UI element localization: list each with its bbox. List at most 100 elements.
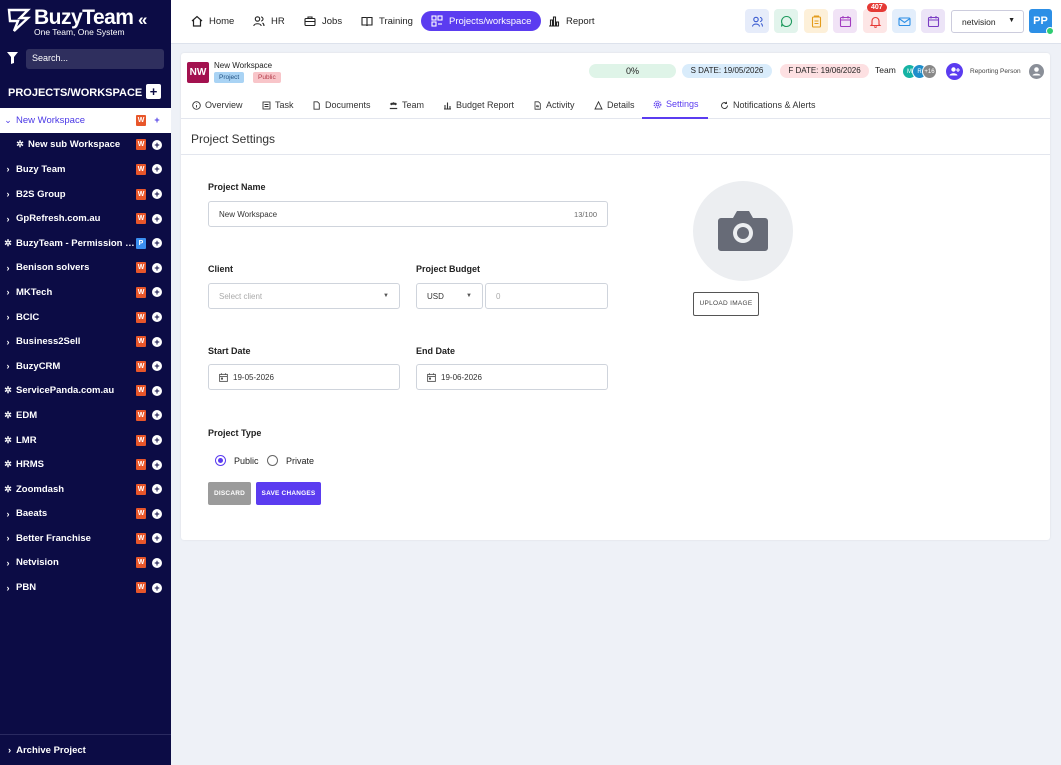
budget-input[interactable]: 0 — [485, 283, 608, 309]
add-sub-workspace-icon[interactable]: + — [152, 115, 162, 125]
add-sub-workspace-icon[interactable]: + — [152, 139, 162, 150]
archive-project-link[interactable]: › Archive Project — [0, 734, 171, 765]
nav-hr[interactable]: HR — [253, 11, 285, 31]
notifications-button[interactable]: 407 — [863, 3, 887, 33]
loading-icon[interactable]: ✲ — [0, 385, 16, 396]
discard-button[interactable]: DISCARD — [208, 482, 251, 505]
start-date-input[interactable]: 19-05-2026 — [208, 364, 400, 390]
mail-button[interactable] — [892, 9, 916, 33]
sidebar-item[interactable]: ⌄ New Workspace W + — [0, 108, 171, 133]
add-sub-workspace-icon[interactable]: + — [152, 385, 162, 396]
chevron-right-icon[interactable]: › — [0, 312, 16, 322]
add-sub-workspace-icon[interactable]: + — [152, 484, 162, 495]
sidebar-item[interactable]: › Baeats W + — [0, 502, 171, 527]
loading-icon[interactable]: ✲ — [0, 238, 16, 249]
chevron-right-icon[interactable]: › — [0, 287, 16, 297]
client-select[interactable]: Select client ▼ — [208, 283, 400, 309]
filter-icon[interactable] — [7, 52, 18, 64]
chevron-right-icon[interactable]: › — [0, 263, 16, 273]
sidebar-item[interactable]: › Benison solvers W + — [0, 256, 171, 281]
reporting-person-icon[interactable] — [1029, 64, 1044, 79]
schedule-button[interactable] — [921, 9, 945, 33]
chevron-right-icon[interactable]: › — [0, 509, 16, 519]
add-sub-workspace-icon[interactable]: + — [152, 459, 162, 470]
sidebar-search-input[interactable]: Search... — [26, 49, 164, 69]
sidebar-item[interactable]: › B2S Group W + — [0, 182, 171, 207]
chat-button[interactable] — [774, 9, 798, 33]
sidebar-item[interactable]: ✲ ServicePanda.com.au W + — [0, 379, 171, 404]
sidebar-item[interactable]: › BuzyCRM W + — [0, 354, 171, 379]
organization-select[interactable]: netvision ▼ — [951, 10, 1024, 33]
tab-settings[interactable]: Settings — [642, 91, 708, 119]
team-more-count[interactable]: +16 — [922, 64, 937, 79]
project-image-placeholder[interactable] — [693, 181, 793, 281]
add-sub-workspace-icon[interactable]: + — [152, 312, 162, 323]
tab-activity[interactable]: Activity — [533, 91, 575, 119]
chevron-down-icon[interactable]: ⌄ — [0, 115, 16, 126]
add-sub-workspace-icon[interactable]: + — [152, 336, 162, 347]
sidebar-item[interactable]: ✲ HRMS W + — [0, 452, 171, 477]
loading-icon[interactable]: ✲ — [12, 139, 28, 150]
sidebar-item[interactable]: › Buzy Team W + — [0, 157, 171, 182]
add-sub-workspace-icon[interactable]: + — [152, 213, 162, 224]
add-sub-workspace-icon[interactable]: + — [152, 533, 162, 544]
add-sub-workspace-icon[interactable]: + — [152, 557, 162, 568]
collapse-sidebar-icon[interactable]: « — [138, 10, 147, 30]
project-name-input[interactable]: New Workspace 13/100 — [208, 201, 608, 227]
loading-icon[interactable]: ✲ — [0, 459, 16, 470]
sidebar-item[interactable]: › Netvision W + — [0, 551, 171, 576]
add-project-button[interactable]: + — [146, 84, 161, 99]
calendar-button[interactable] — [833, 9, 857, 33]
sidebar-item[interactable]: ✲ BuzyTeam - Permission & S... P + — [0, 231, 171, 256]
sidebar-item[interactable]: › PBN W + — [0, 575, 171, 600]
tab-task[interactable]: Task — [262, 91, 294, 119]
loading-icon[interactable]: ✲ — [0, 484, 16, 495]
sidebar-item[interactable]: ✲ Zoomdash W + — [0, 477, 171, 502]
tab-details[interactable]: Details — [594, 91, 635, 119]
tab-budget-report[interactable]: Budget Report — [443, 91, 514, 119]
loading-icon[interactable]: ✲ — [0, 435, 16, 446]
sidebar-item[interactable]: ✲ New sub Workspace W + — [0, 133, 171, 158]
nav-training[interactable]: Training — [361, 11, 413, 31]
chevron-right-icon[interactable]: › — [0, 533, 16, 543]
nav-projects[interactable]: Projects/workspace — [421, 11, 542, 31]
sidebar-item[interactable]: ✲ LMR W + — [0, 428, 171, 453]
add-sub-workspace-icon[interactable]: + — [152, 189, 162, 200]
sidebar-item[interactable]: ✲ EDM W + — [0, 403, 171, 428]
sidebar-item[interactable]: › GpRefresh.com.au W + — [0, 206, 171, 231]
upload-image-button[interactable]: UPLOAD IMAGE — [693, 292, 759, 316]
tab-team[interactable]: Team — [389, 91, 424, 119]
add-sub-workspace-icon[interactable]: + — [152, 582, 162, 593]
tab-documents[interactable]: Documents — [312, 91, 371, 119]
currency-select[interactable]: USD ▼ — [416, 283, 483, 309]
chevron-right-icon[interactable]: › — [0, 558, 16, 568]
nav-jobs[interactable]: Jobs — [304, 11, 342, 31]
sidebar-item[interactable]: › Business2Sell W + — [0, 329, 171, 354]
chevron-right-icon[interactable]: › — [0, 189, 16, 199]
user-avatar[interactable]: PP — [1029, 9, 1054, 35]
sidebar-item[interactable]: › MKTech W + — [0, 280, 171, 305]
chevron-right-icon[interactable]: › — [0, 337, 16, 347]
add-member-button[interactable] — [946, 63, 963, 80]
team-shortcut-button[interactable] — [745, 9, 769, 33]
nav-report[interactable]: Report — [548, 11, 595, 31]
add-sub-workspace-icon[interactable]: + — [152, 508, 162, 519]
tab-overview[interactable]: Overview — [192, 91, 243, 119]
loading-icon[interactable]: ✲ — [0, 410, 16, 421]
chevron-right-icon[interactable]: › — [0, 164, 16, 174]
clipboard-button[interactable] — [804, 9, 828, 33]
add-sub-workspace-icon[interactable]: + — [152, 262, 162, 273]
radio-public[interactable]: Public — [215, 455, 259, 466]
sidebar-item[interactable]: › BCIC W + — [0, 305, 171, 330]
add-sub-workspace-icon[interactable]: + — [152, 287, 162, 298]
add-sub-workspace-icon[interactable]: + — [152, 361, 162, 372]
add-sub-workspace-icon[interactable]: + — [152, 435, 162, 446]
add-sub-workspace-icon[interactable]: + — [152, 238, 162, 249]
nav-home[interactable]: Home — [191, 11, 234, 31]
chevron-right-icon[interactable]: › — [0, 361, 16, 371]
add-sub-workspace-icon[interactable]: + — [152, 410, 162, 421]
chevron-right-icon[interactable]: › — [0, 214, 16, 224]
tab-notifications[interactable]: Notifications & Alerts — [720, 91, 816, 119]
save-changes-button[interactable]: SAVE CHANGES — [256, 482, 321, 505]
radio-private[interactable]: Private — [267, 455, 314, 466]
